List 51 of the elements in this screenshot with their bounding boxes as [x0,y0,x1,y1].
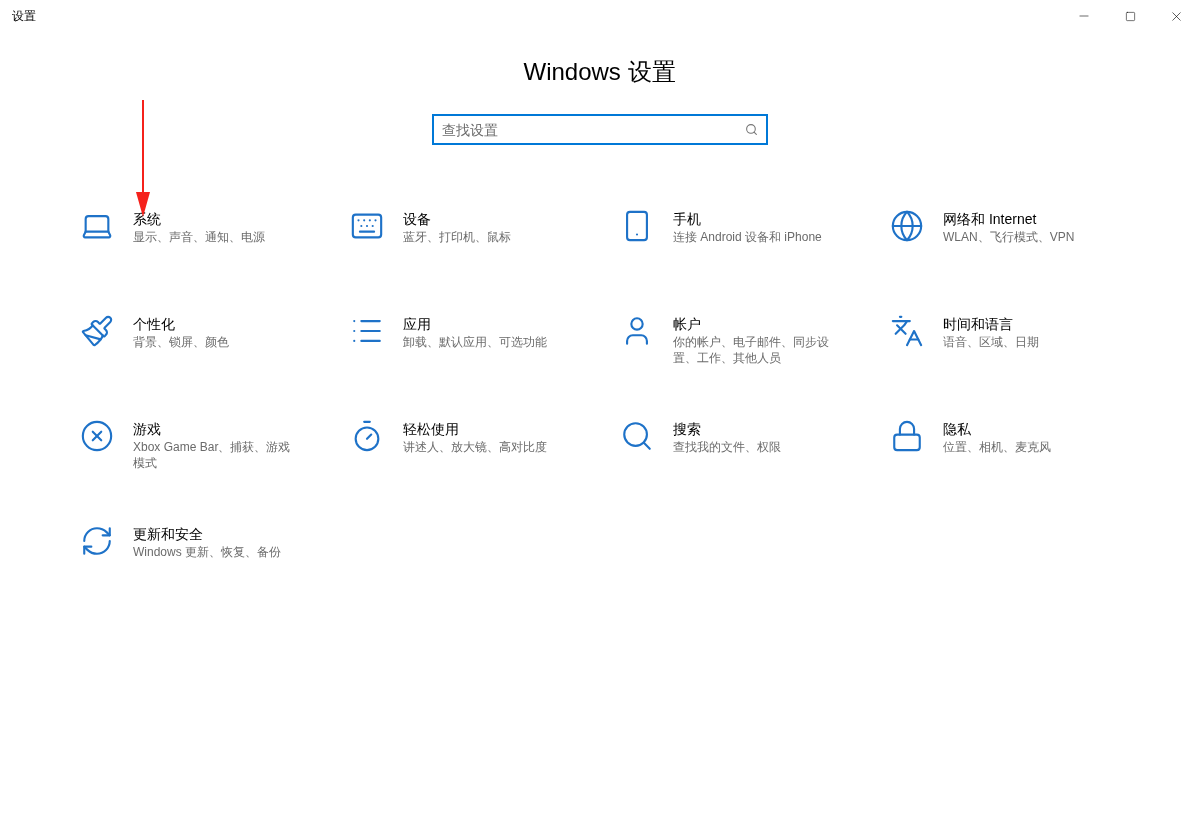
settings-category[interactable]: 个性化 背景、锁屏、颜色 [80,314,330,419]
settings-category[interactable]: 手机 连接 Android 设备和 iPhone [620,209,870,314]
search-icon [744,123,758,136]
settings-category[interactable]: 网络和 Internet WLAN、飞行模式、VPN [890,209,1140,314]
category-description: 连接 Android 设备和 iPhone [673,229,823,245]
category-description: 卸载、默认应用、可选功能 [403,334,548,350]
category-title: 游戏 [133,420,162,439]
category-description: Windows 更新、恢复、备份 [133,544,282,560]
paintbrush-icon [80,314,114,348]
search-icon [620,419,654,453]
settings-category[interactable]: 应用 卸载、默认应用、可选功能 [350,314,600,419]
category-title: 个性化 [133,315,176,334]
lock-icon [890,419,924,453]
category-description: 位置、相机、麦克风 [943,439,1052,455]
settings-category[interactable]: 隐私 位置、相机、麦克风 [890,419,1140,524]
globe-icon [890,209,924,243]
category-title: 网络和 Internet [943,210,1038,229]
category-title: 设备 [403,210,432,229]
language-icon [890,314,924,348]
maximize-icon [1124,10,1136,22]
category-description: 讲述人、放大镜、高对比度 [403,439,548,455]
category-title: 帐户 [673,315,702,334]
category-title: 轻松使用 [403,420,460,439]
category-title: 手机 [673,210,702,229]
settings-category[interactable]: 帐户 你的帐户、电子邮件、同步设置、工作、其他人员 [620,314,870,419]
refresh-icon [80,524,114,558]
category-description: WLAN、飞行模式、VPN [943,229,1076,245]
category-title: 隐私 [943,420,972,439]
category-description: 背景、锁屏、颜色 [133,334,230,350]
category-description: 查找我的文件、权限 [673,439,782,455]
category-description: 显示、声音、通知、电源 [133,229,266,245]
category-title: 时间和语言 [943,315,1014,334]
category-title: 应用 [403,315,432,334]
category-title: 系统 [133,210,162,229]
settings-category[interactable]: 设备 蓝牙、打印机、鼠标 [350,209,600,314]
settings-category[interactable]: 搜索 查找我的文件、权限 [620,419,870,524]
category-description: 蓝牙、打印机、鼠标 [403,229,512,245]
category-description: 你的帐户、电子邮件、同步设置、工作、其他人员 [673,334,830,366]
category-title: 搜索 [673,420,702,439]
settings-category[interactable]: 时间和语言 语音、区域、日期 [890,314,1140,419]
category-description: 语音、区域、日期 [943,334,1040,350]
search-field[interactable]: 查找设置 [431,114,768,145]
settings-category[interactable]: 系统 显示、声音、通知、电源 [80,209,330,314]
category-title: 更新和安全 [133,525,204,544]
circle-x-icon [80,419,114,453]
category-description: Xbox Game Bar、捕获、游戏模式 [133,439,292,471]
settings-category[interactable]: 游戏 Xbox Game Bar、捕获、游戏模式 [80,419,330,524]
settings-category[interactable]: 轻松使用 讲述人、放大镜、高对比度 [350,419,600,524]
page-heading: Windows 设置 [523,57,676,87]
window-title: 设置 [12,8,36,25]
settings-category[interactable]: 更新和安全 Windows 更新、恢复、备份 [80,524,330,629]
